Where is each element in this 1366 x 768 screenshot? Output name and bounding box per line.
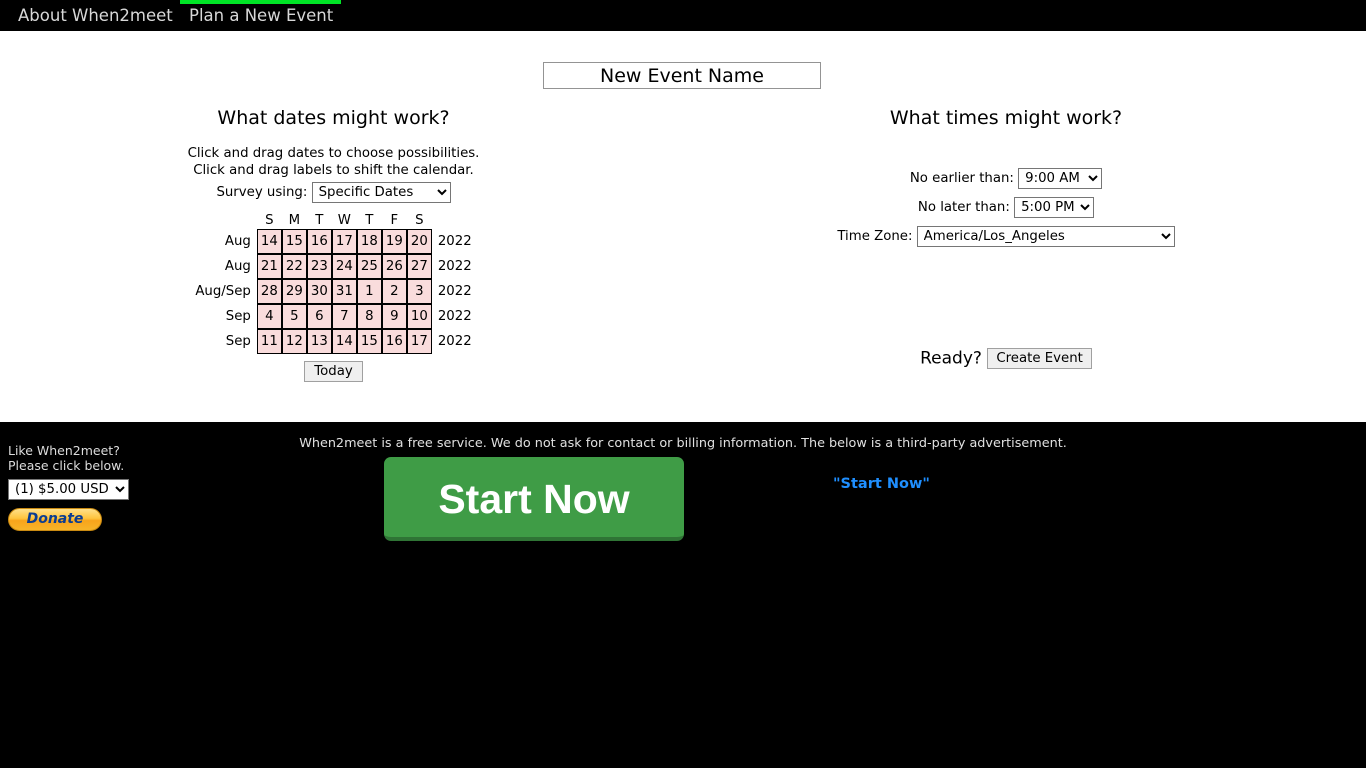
calendar-month-label[interactable]: Aug bbox=[195, 229, 257, 254]
calendar-date-cell[interactable]: 14 bbox=[256, 229, 282, 254]
calendar-date-cell[interactable]: 14 bbox=[331, 329, 357, 354]
calendar-month-label[interactable]: Sep bbox=[195, 329, 257, 354]
times-panel-heading: What times might work? bbox=[889, 107, 1123, 129]
weekday-header: S bbox=[415, 213, 424, 228]
donate-amount-select[interactable]: (1) $5.00 USD bbox=[8, 479, 129, 500]
calendar-date-cell[interactable]: 5 bbox=[281, 304, 307, 329]
survey-using-label: Survey using: bbox=[216, 185, 308, 200]
calendar-year-label[interactable]: 2022 bbox=[432, 279, 472, 304]
calendar-date-cell[interactable]: 11 bbox=[256, 329, 282, 354]
calendar-year-label[interactable]: 2022 bbox=[432, 254, 472, 279]
calendar-week-row: Aug 14 15 16 17 18 19 20 2022 bbox=[195, 229, 472, 254]
calendar-date-cell[interactable]: 4 bbox=[256, 304, 282, 329]
advertisement-start-now-button[interactable]: Start Now bbox=[384, 457, 684, 541]
calendar-date-cell[interactable]: 2 bbox=[381, 279, 407, 304]
calendar-date-cell[interactable]: 17 bbox=[406, 329, 432, 354]
donate-prompt-line-1: Like When2meet? bbox=[8, 443, 120, 458]
footer-area: When2meet is a free service. We do not a… bbox=[0, 422, 1366, 768]
weekday-header: M bbox=[288, 213, 301, 228]
calendar-date-cell[interactable]: 15 bbox=[356, 329, 382, 354]
calendar-date-cell[interactable]: 21 bbox=[256, 254, 282, 279]
today-button[interactable]: Today bbox=[304, 361, 363, 382]
weekday-header: T bbox=[365, 213, 374, 228]
calendar-date-cell[interactable]: 10 bbox=[406, 304, 432, 329]
weekday-header: F bbox=[390, 213, 399, 228]
calendar-date-cell[interactable]: 23 bbox=[306, 254, 332, 279]
weekday-header: W bbox=[337, 213, 351, 228]
calendar-date-cell[interactable]: 24 bbox=[331, 254, 357, 279]
calendar-body: Aug 14 15 16 17 18 19 20 2022 Aug 21 22 23 24 25 26 27 20… bbox=[195, 229, 472, 354]
calendar-date-cell[interactable]: 13 bbox=[306, 329, 332, 354]
calendar-date-cell[interactable]: 7 bbox=[331, 304, 357, 329]
calendar-grid: S M T W T F S Aug 14 15 16 17 18 19 20 2022 Aug 21… bbox=[195, 212, 472, 354]
calendar-date-cell[interactable]: 16 bbox=[306, 229, 332, 254]
weekday-header: S bbox=[265, 213, 274, 228]
times-panel: What times might work? No earlier than: … bbox=[683, 107, 1329, 369]
dates-panel: What dates might work? Click and drag da… bbox=[0, 107, 667, 382]
calendar-week-row: Aug/Sep 28 29 30 31 1 2 3 2022 bbox=[195, 279, 472, 304]
calendar-weekday-header-row: S M T W T F S bbox=[195, 212, 471, 229]
calendar-date-cell[interactable]: 31 bbox=[331, 279, 357, 304]
calendar-year-label[interactable]: 2022 bbox=[432, 229, 472, 254]
calendar-week-row: Aug 21 22 23 24 25 26 27 2022 bbox=[195, 254, 472, 279]
calendar-corner-right bbox=[432, 212, 472, 229]
calendar-date-cell[interactable]: 1 bbox=[356, 279, 382, 304]
advertisement-start-now-link[interactable]: "Start Now" bbox=[833, 476, 930, 492]
calendar-date-cell[interactable]: 8 bbox=[356, 304, 382, 329]
timezone-row: Time Zone: America/Los_Angeles bbox=[683, 222, 1329, 251]
calendar-year-label[interactable]: 2022 bbox=[432, 329, 472, 354]
survey-using-select[interactable]: Specific DatesDays of the Week bbox=[311, 182, 451, 203]
calendar-date-cell[interactable]: 18 bbox=[356, 229, 382, 254]
calendar-date-cell[interactable]: 6 bbox=[306, 304, 332, 329]
no-later-than-label: No later than: bbox=[917, 200, 1010, 215]
create-event-button[interactable]: Create Event bbox=[987, 348, 1092, 369]
calendar-date-cell[interactable]: 25 bbox=[356, 254, 382, 279]
footer-notice-text: When2meet is a free service. We do not a… bbox=[299, 436, 1067, 451]
calendar-corner-left bbox=[195, 212, 257, 229]
calendar-week-row: Sep 4 5 6 7 8 9 10 2022 bbox=[195, 304, 472, 329]
calendar-date-cell[interactable]: 22 bbox=[281, 254, 307, 279]
calendar-date-cell[interactable]: 12 bbox=[281, 329, 307, 354]
no-earlier-than-row: No earlier than: 9:00 AM bbox=[683, 164, 1329, 193]
no-earlier-than-label: No earlier than: bbox=[909, 171, 1014, 186]
timezone-select[interactable]: America/Los_Angeles bbox=[916, 226, 1175, 247]
nav-item-plan-a-new-event[interactable]: Plan a New Event bbox=[189, 0, 333, 31]
calendar-date-cell[interactable]: 19 bbox=[381, 229, 407, 254]
calendar-date-cell[interactable]: 16 bbox=[381, 329, 407, 354]
dates-hint-line-1: Click and drag dates to choose possibili… bbox=[187, 146, 480, 161]
calendar-year-label[interactable]: 2022 bbox=[432, 304, 472, 329]
survey-using-row: Survey using: Specific DatesDays of the … bbox=[0, 182, 667, 203]
top-navigation-bar: About When2meet Plan a New Event bbox=[0, 0, 1366, 31]
no-earlier-than-select[interactable]: 9:00 AM bbox=[1018, 168, 1103, 189]
calendar-date-cell[interactable]: 3 bbox=[406, 279, 432, 304]
calendar-date-cell[interactable]: 29 bbox=[281, 279, 307, 304]
calendar-date-cell[interactable]: 15 bbox=[281, 229, 307, 254]
event-name-input[interactable] bbox=[543, 62, 821, 89]
weekday-header: T bbox=[315, 213, 324, 228]
main-content-area: What dates might work? Click and drag da… bbox=[0, 31, 1366, 422]
calendar-date-cell[interactable]: 17 bbox=[331, 229, 357, 254]
nav-item-about-when2meet[interactable]: About When2meet bbox=[18, 0, 173, 31]
dates-panel-heading: What dates might work? bbox=[217, 107, 450, 129]
calendar-date-cell[interactable]: 27 bbox=[406, 254, 432, 279]
donate-button[interactable]: Donate bbox=[8, 508, 102, 531]
calendar-month-label[interactable]: Aug/Sep bbox=[195, 279, 257, 304]
calendar-month-label[interactable]: Aug bbox=[195, 254, 257, 279]
calendar-date-cell[interactable]: 26 bbox=[381, 254, 407, 279]
donate-block: Like When2meet? Please click below. (1) … bbox=[8, 443, 188, 531]
timezone-label: Time Zone: bbox=[837, 229, 913, 244]
calendar-date-cell[interactable]: 9 bbox=[381, 304, 407, 329]
no-later-than-select[interactable]: 5:00 PM bbox=[1014, 197, 1095, 218]
calendar-week-row: Sep 11 12 13 14 15 16 17 2022 bbox=[195, 329, 472, 354]
ready-label: Ready? bbox=[920, 348, 982, 369]
calendar-date-cell[interactable]: 30 bbox=[306, 279, 332, 304]
ready-row: Ready? Create Event bbox=[683, 348, 1329, 369]
dates-hint-line-2: Click and drag labels to shift the calen… bbox=[193, 163, 474, 178]
donate-prompt-line-2: Please click below. bbox=[8, 457, 125, 473]
calendar-date-cell[interactable]: 28 bbox=[256, 279, 282, 304]
calendar-date-cell[interactable]: 20 bbox=[406, 229, 432, 254]
no-later-than-row: No later than: 5:00 PM bbox=[683, 193, 1329, 222]
calendar-month-label[interactable]: Sep bbox=[195, 304, 257, 329]
